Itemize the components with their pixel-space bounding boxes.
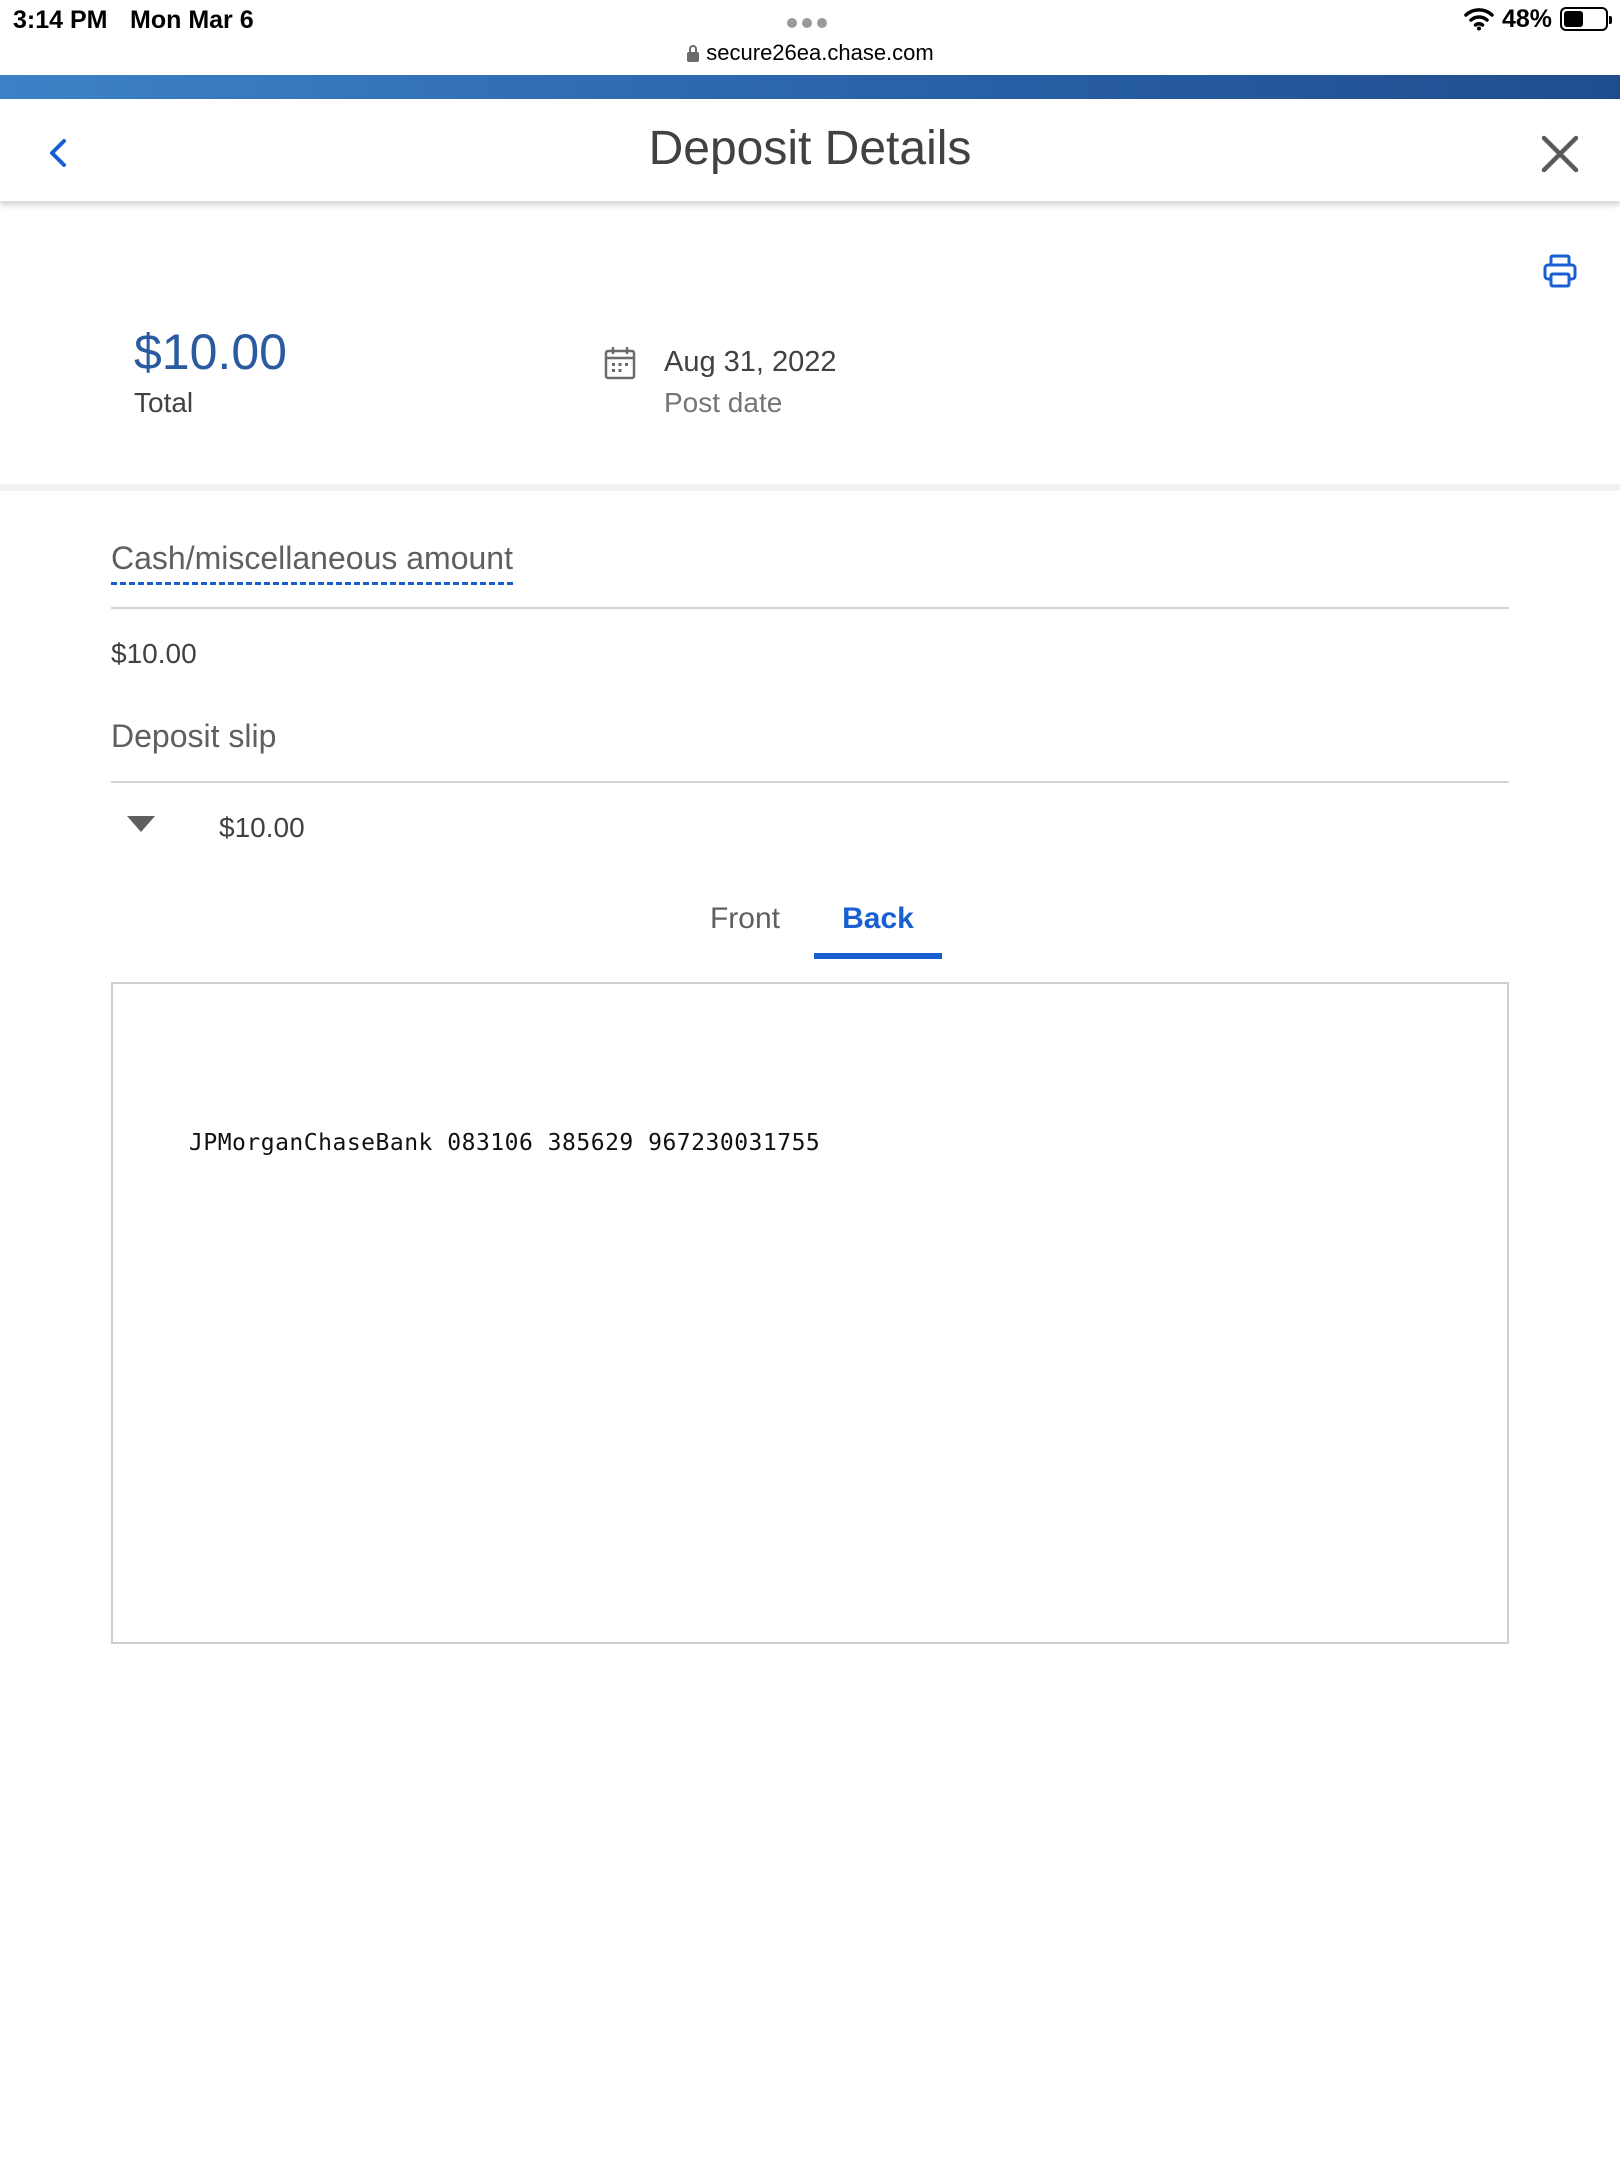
status-bar: 3:14 PM Mon Mar 6 secure26ea.chase.com 4… bbox=[0, 0, 1620, 75]
tab-back[interactable]: Back bbox=[814, 902, 942, 936]
post-date-label: Post date bbox=[664, 387, 783, 418]
total-amount: $10.00 bbox=[134, 324, 287, 380]
wifi-icon bbox=[1464, 8, 1494, 31]
total-label: Total bbox=[134, 387, 194, 418]
caret-down-icon[interactable] bbox=[126, 813, 156, 835]
brand-band bbox=[0, 75, 1620, 99]
deposit-summary: $10.00 Total Aug 31, 2022 Post date bbox=[0, 201, 1620, 491]
deposit-slip-title: Deposit slip bbox=[111, 718, 277, 754]
status-date: Mon Mar 6 bbox=[130, 6, 254, 34]
divider bbox=[111, 781, 1509, 783]
deposit-slip-image: JPMorganChaseBank 083106 385629 96723003… bbox=[111, 982, 1509, 1644]
post-date: Aug 31, 2022 bbox=[664, 346, 837, 378]
calendar-icon bbox=[604, 347, 636, 380]
lock-icon bbox=[687, 45, 700, 62]
cash-amount-heading[interactable]: Cash/miscellaneous amount bbox=[111, 540, 513, 585]
cash-amount-title[interactable]: Cash/miscellaneous amount bbox=[111, 540, 513, 585]
divider bbox=[111, 607, 1509, 609]
page-header: Deposit Details bbox=[0, 99, 1620, 201]
status-indicators: 48% bbox=[1464, 4, 1612, 34]
battery-level bbox=[1564, 11, 1584, 27]
printer-icon[interactable] bbox=[1542, 253, 1578, 289]
status-time: 3:14 PM bbox=[13, 6, 108, 34]
page-title: Deposit Details bbox=[648, 122, 972, 175]
battery-percent: 48% bbox=[1501, 4, 1552, 33]
endorsement-text: JPMorganChaseBank 083106 385629 96723003… bbox=[189, 1130, 821, 1156]
battery-icon bbox=[1560, 7, 1612, 31]
tab-front[interactable]: Front bbox=[700, 902, 790, 936]
address-bar[interactable]: secure26ea.chase.com bbox=[0, 40, 1620, 66]
close-icon[interactable] bbox=[1540, 134, 1580, 174]
deposit-slip-amount: $10.00 bbox=[219, 812, 305, 843]
cash-amount-value: $10.00 bbox=[111, 638, 197, 669]
multitasking-dots-icon[interactable] bbox=[787, 15, 837, 28]
active-tab-indicator bbox=[814, 953, 942, 959]
url-text: secure26ea.chase.com bbox=[706, 40, 934, 65]
